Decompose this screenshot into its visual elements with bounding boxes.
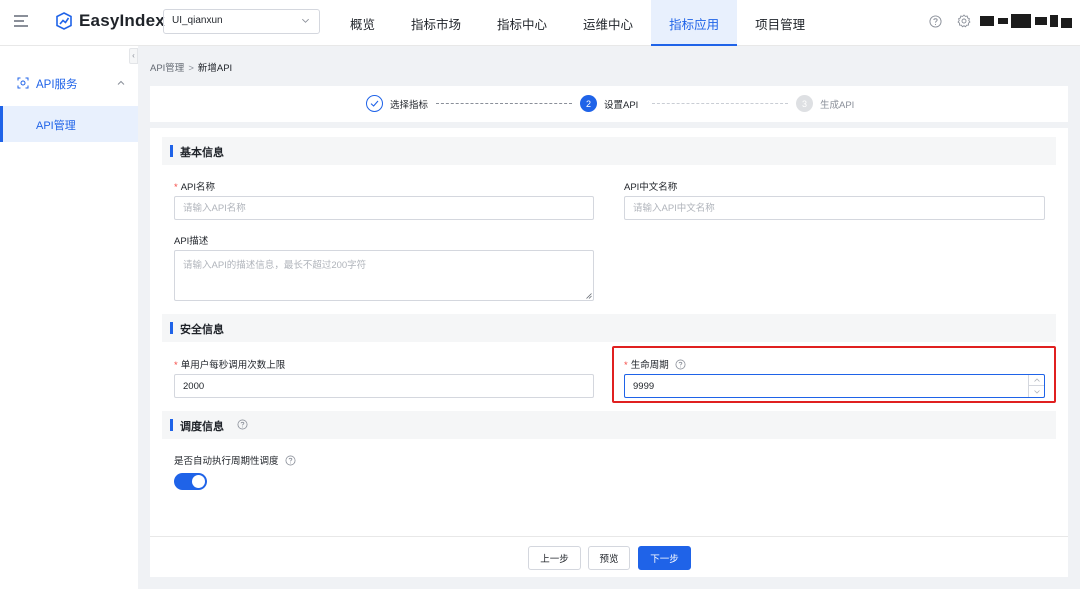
stepper-up-icon[interactable] (1029, 375, 1044, 386)
api-cn-name-input[interactable] (624, 196, 1045, 220)
prev-step-button[interactable]: 上一步 (528, 546, 581, 570)
steps-panel: 选择指标 2 设置API 3 生成API (150, 86, 1068, 122)
lifecycle-label: * 生命周期 (624, 357, 686, 371)
breadcrumb-parent[interactable]: API管理 (150, 63, 184, 74)
sidebar-collapse-button[interactable]: ‹ (129, 48, 138, 64)
nav-item-ops[interactable]: 运维中心 (565, 0, 651, 46)
help-icon[interactable] (285, 455, 296, 466)
step-done-check-icon (366, 95, 383, 112)
step-set-api: 2 设置API (580, 95, 638, 112)
sidebar: API服务 API管理 (0, 46, 138, 589)
chevron-down-icon (302, 18, 309, 23)
sidebar-item-api-management[interactable]: API管理 (0, 106, 138, 142)
breadcrumb-current: 新增API (197, 63, 233, 74)
nav-item-market[interactable]: 指标市场 (393, 0, 479, 46)
help-icon[interactable] (675, 359, 686, 370)
step-generate-api: 3 生成API (796, 95, 854, 112)
api-name-label: * API名称 (174, 182, 216, 193)
auto-schedule-label: 是否自动执行周期性调度 (174, 453, 296, 467)
top-navbar: EasyIndex UI_qianxun 概览 指标市场 指标中心 运维中心 指… (0, 0, 1080, 46)
stepper-down-icon[interactable] (1029, 386, 1044, 397)
form-footer: 上一步 预览 下一步 (150, 536, 1068, 577)
lifecycle-value: 9999 (633, 381, 655, 392)
help-icon[interactable] (237, 419, 248, 430)
project-select-value: UI_qianxun (172, 15, 223, 26)
step-connector (652, 103, 788, 104)
section-schedule-info: 调度信息 (162, 411, 1056, 439)
project-select[interactable]: UI_qianxun (163, 9, 320, 34)
step-label: 选择指标 (390, 99, 429, 111)
section-title: 基本信息 (180, 147, 224, 159)
api-desc-textarea[interactable] (174, 250, 594, 301)
breadcrumb-separator: > (188, 63, 194, 74)
api-name-input[interactable] (174, 196, 594, 220)
step-select-metrics: 选择指标 (366, 95, 428, 112)
chevron-up-icon (117, 80, 125, 85)
nav-item-overview[interactable]: 概览 (332, 0, 393, 46)
section-security-info: 安全信息 (162, 314, 1056, 342)
help-icon[interactable] (929, 15, 942, 28)
nav-item-center[interactable]: 指标中心 (479, 0, 565, 46)
gear-icon[interactable] (957, 14, 971, 28)
step-number: 3 (796, 95, 813, 112)
step-number: 2 (580, 95, 597, 112)
breadcrumb: API管理 > 新增API (150, 60, 232, 74)
menu-toggle-icon[interactable] (14, 15, 28, 27)
sidebar-item-label: API管理 (36, 120, 76, 132)
api-desc-label: API描述 (174, 236, 209, 247)
auto-schedule-toggle[interactable] (174, 473, 207, 490)
stepper-arrows (1028, 375, 1044, 397)
sidebar-group-label: API服务 (36, 79, 78, 91)
next-step-button[interactable]: 下一步 (638, 546, 691, 570)
section-title: 安全信息 (180, 324, 224, 336)
section-basic-info: 基本信息 (162, 137, 1056, 165)
step-label: 设置API (604, 99, 639, 111)
main-nav: 概览 指标市场 指标中心 运维中心 指标应用 项目管理 (332, 0, 823, 46)
form-panel: 基本信息 *API名称 API中文名称 API描述 安全信息 *单用户每秒调用次… (150, 128, 1068, 536)
api-service-icon (17, 77, 29, 89)
step-connector (436, 103, 572, 104)
preview-button[interactable]: 预览 (588, 546, 630, 570)
user-avatar[interactable] (980, 14, 1072, 28)
api-cn-name-label: API中文名称 (624, 182, 678, 193)
logo-text: EasyIndex (79, 11, 165, 30)
logo-icon (56, 12, 72, 30)
resize-handle-icon[interactable] (586, 293, 592, 299)
step-label: 生成API (820, 99, 855, 111)
lifecycle-stepper[interactable]: 9999 (624, 374, 1045, 398)
app-logo[interactable]: EasyIndex (54, 11, 165, 31)
toggle-knob (192, 475, 205, 488)
rate-limit-label: * 单用户每秒调用次数上限 (174, 360, 286, 371)
rate-limit-input[interactable] (174, 374, 594, 398)
nav-item-application[interactable]: 指标应用 (651, 0, 738, 46)
sidebar-group-api-service[interactable]: API服务 (0, 74, 138, 94)
nav-item-project[interactable]: 项目管理 (737, 0, 823, 46)
section-title: 调度信息 (180, 421, 224, 433)
